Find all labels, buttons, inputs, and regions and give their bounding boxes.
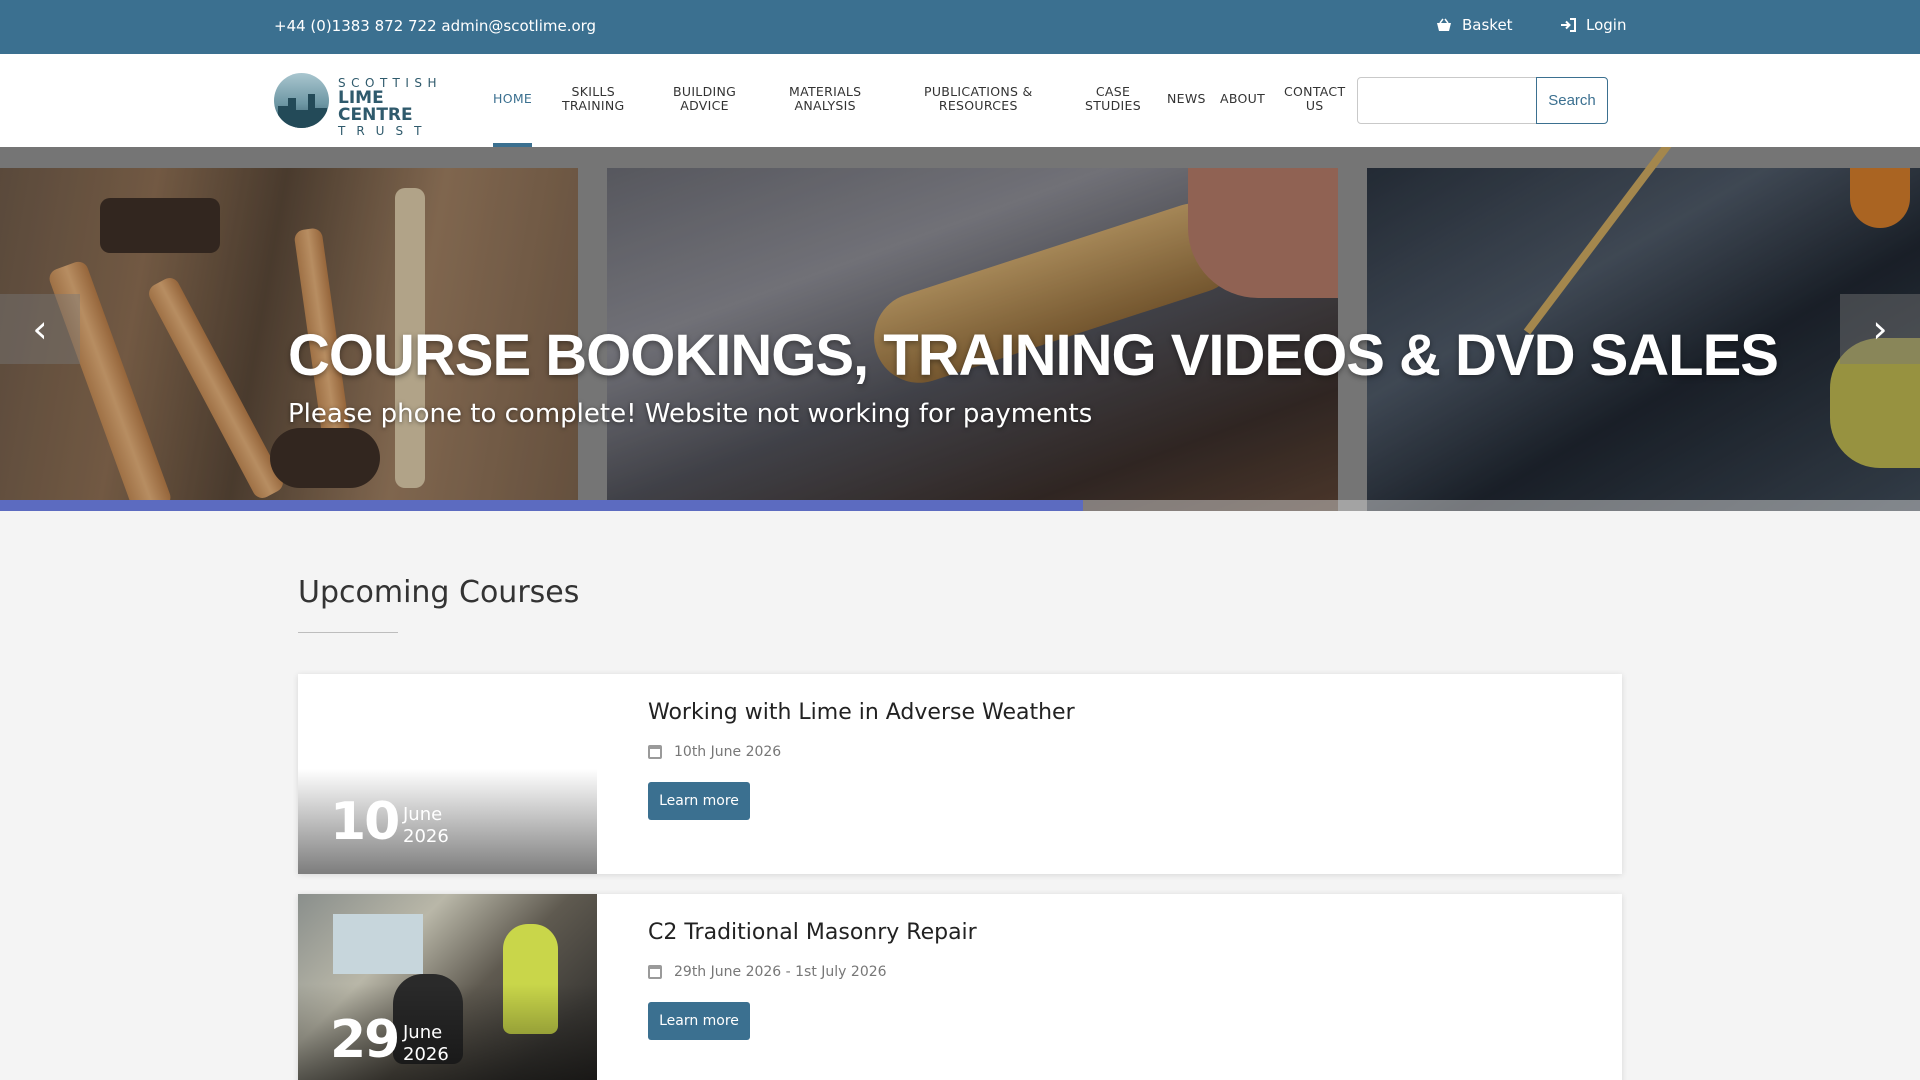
search-button[interactable]: Search — [1536, 77, 1608, 124]
section-title-upcoming: Upcoming Courses — [298, 575, 580, 610]
nav-building-advice[interactable]: BUILDING ADVICE — [673, 85, 736, 113]
course-thumbnail[interactable]: 10 June 2026 — [298, 674, 597, 874]
nav-contact-us[interactable]: CONTACT US — [1284, 85, 1345, 113]
course-card: 29 June 2026 C2 Traditional Masonry Repai… — [298, 894, 1622, 1080]
basket-icon — [1437, 18, 1451, 31]
top-bar: +44 (0)1383 872 722 admin@scotlime.org B… — [0, 0, 1920, 54]
login-label: Login — [1586, 16, 1627, 34]
chevron-left-icon: ‹ — [32, 307, 48, 351]
calendar-icon — [648, 965, 662, 979]
slider-next-button[interactable]: › — [1840, 294, 1920, 364]
nav-news[interactable]: NEWS — [1167, 92, 1206, 106]
section-divider — [298, 632, 398, 633]
course-day: 29 — [330, 1010, 400, 1070]
learn-more-button[interactable]: Learn more — [648, 1002, 750, 1040]
logo-wordmark: SCOTTISH LIME CENTRE TRUST — [338, 76, 443, 138]
nav-skills-training[interactable]: SKILLS TRAINING — [562, 85, 625, 113]
course-day: 10 — [330, 792, 400, 852]
search-input[interactable] — [1357, 77, 1537, 124]
course-title[interactable]: C2 Traditional Masonry Repair — [648, 920, 977, 945]
sign-in-icon — [1561, 18, 1576, 32]
slider-progress-bar — [0, 500, 1920, 511]
slider-prev-button[interactable]: ‹ — [0, 294, 80, 364]
slider-progress-fill — [0, 500, 1083, 511]
hero-subtitle: Please phone to complete! Website not wo… — [288, 399, 1093, 429]
course-month-year: June 2026 — [403, 1022, 449, 1065]
logo-emblem — [274, 73, 329, 128]
course-date-text: 29th June 2026 - 1st July 2026 — [674, 964, 887, 980]
site-header: SCOTTISH LIME CENTRE TRUST HOME SKILLS TR… — [0, 54, 1920, 147]
course-thumbnail[interactable]: 29 June 2026 — [298, 894, 597, 1080]
basket-link[interactable]: Basket — [1436, 16, 1513, 34]
nav-materials-analysis[interactable]: MATERIALS ANALYSIS — [789, 85, 861, 113]
course-date: 29th June 2026 - 1st July 2026 — [648, 964, 887, 980]
course-date-text: 10th June 2026 — [674, 744, 782, 760]
login-link[interactable]: Login — [1560, 16, 1626, 34]
nav-home[interactable]: HOME — [493, 92, 532, 106]
nav-case-studies[interactable]: CASE STUDIES — [1085, 85, 1141, 113]
basket-label: Basket — [1462, 16, 1513, 34]
chevron-right-icon: › — [1872, 307, 1888, 351]
course-title[interactable]: Working with Lime in Adverse Weather — [648, 700, 1075, 725]
hero-slider: COURSE BOOKINGS, TRAINING VIDEOS & DVD S… — [0, 147, 1920, 511]
course-date: 10th June 2026 — [648, 744, 781, 760]
calendar-icon — [648, 745, 662, 759]
course-month-year: June 2026 — [403, 804, 449, 847]
nav-publications-resources[interactable]: PUBLICATIONS & RESOURCES — [924, 85, 1033, 113]
learn-more-button[interactable]: Learn more — [648, 782, 750, 820]
course-card: 10 June 2026 Working with Lime in Adverse… — [298, 674, 1622, 874]
site-logo[interactable]: SCOTTISH LIME CENTRE TRUST — [274, 71, 454, 137]
contact-info: +44 (0)1383 872 722 admin@scotlime.org — [274, 17, 597, 35]
nav-about[interactable]: ABOUT — [1220, 92, 1265, 106]
hero-title: COURSE BOOKINGS, TRAINING VIDEOS & DVD S… — [288, 323, 1779, 388]
